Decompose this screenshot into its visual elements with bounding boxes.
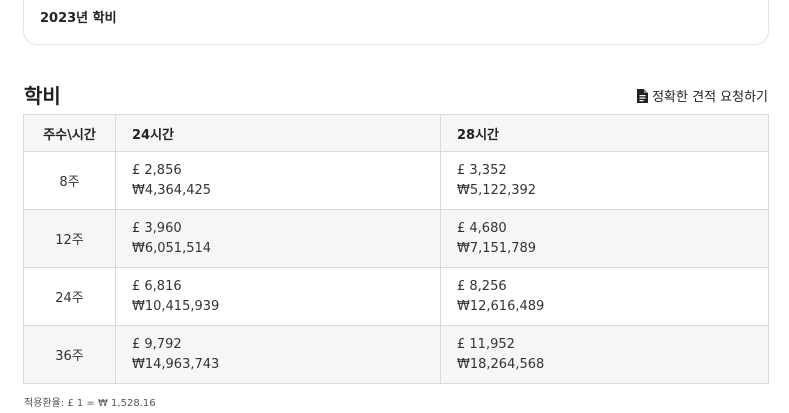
quote-request-label: 정확한 견적 요청하기	[652, 90, 768, 105]
price-krw: ₩14,963,743	[132, 356, 220, 372]
price-gbp: £ 8,256	[457, 278, 507, 294]
price-cell-24h: £ 2,856 ₩4,364,425	[115, 151, 441, 210]
exchange-rate-note: 적용환율: £ 1 = ₩ 1,528.16	[24, 398, 156, 409]
price-cell-24h: £ 3,960 ₩6,051,514	[115, 209, 441, 268]
price-krw: ₩12,616,489	[457, 298, 545, 314]
row-weeks: 8주	[23, 151, 116, 210]
price-gbp: £ 11,952	[457, 336, 515, 352]
price-cell-28h: £ 4,680 ₩7,151,789	[440, 209, 769, 268]
page: 2023년 학비 학비 정확한 견적 요청하기 주수\시간 24시간 28시간 …	[0, 0, 789, 413]
tuition-table: 주수\시간 24시간 28시간 8주 £ 2,856 ₩4,364,425 £ …	[23, 114, 769, 384]
price-krw: ₩18,264,568	[457, 356, 545, 372]
row-weeks: 36주	[23, 325, 116, 384]
price-gbp: £ 4,680	[457, 220, 507, 236]
price-gbp: £ 6,816	[132, 278, 182, 294]
header-28-hours: 28시간	[440, 114, 769, 152]
table-row: 36주 £ 9,792 ₩14,963,743 £ 11,952 ₩18,264…	[23, 325, 769, 384]
price-cell-24h: £ 6,816 ₩10,415,939	[115, 267, 441, 326]
header-weeks-hours: 주수\시간	[23, 114, 116, 152]
table-row: 24주 £ 6,816 ₩10,415,939 £ 8,256 ₩12,616,…	[23, 267, 769, 326]
price-gbp: £ 3,352	[457, 162, 507, 178]
year-fee-card-title: 2023년 학비	[40, 11, 117, 26]
table-row: 8주 £ 2,856 ₩4,364,425 £ 3,352 ₩5,122,392	[23, 151, 769, 210]
table-row: 12주 £ 3,960 ₩6,051,514 £ 4,680 ₩7,151,78…	[23, 209, 769, 268]
header-24-hours: 24시간	[115, 114, 441, 152]
table-header-row: 주수\시간 24시간 28시간	[23, 114, 769, 152]
row-weeks: 12주	[23, 209, 116, 268]
document-icon	[637, 88, 649, 103]
price-krw: ₩7,151,789	[457, 240, 537, 256]
price-gbp: £ 2,856	[132, 162, 182, 178]
section-title: 학비	[24, 84, 61, 108]
price-cell-28h: £ 8,256 ₩12,616,489	[440, 267, 769, 326]
price-cell-28h: £ 11,952 ₩18,264,568	[440, 325, 769, 384]
year-fee-card[interactable]: 2023년 학비	[23, 0, 769, 45]
price-krw: ₩4,364,425	[132, 182, 212, 198]
price-cell-28h: £ 3,352 ₩5,122,392	[440, 151, 769, 210]
price-krw: ₩5,122,392	[457, 182, 537, 198]
price-gbp: £ 9,792	[132, 336, 182, 352]
quote-request-link[interactable]: 정확한 견적 요청하기	[637, 86, 768, 105]
price-gbp: £ 3,960	[132, 220, 182, 236]
row-weeks: 24주	[23, 267, 116, 326]
price-krw: ₩6,051,514	[132, 240, 212, 256]
price-krw: ₩10,415,939	[132, 298, 220, 314]
price-cell-24h: £ 9,792 ₩14,963,743	[115, 325, 441, 384]
